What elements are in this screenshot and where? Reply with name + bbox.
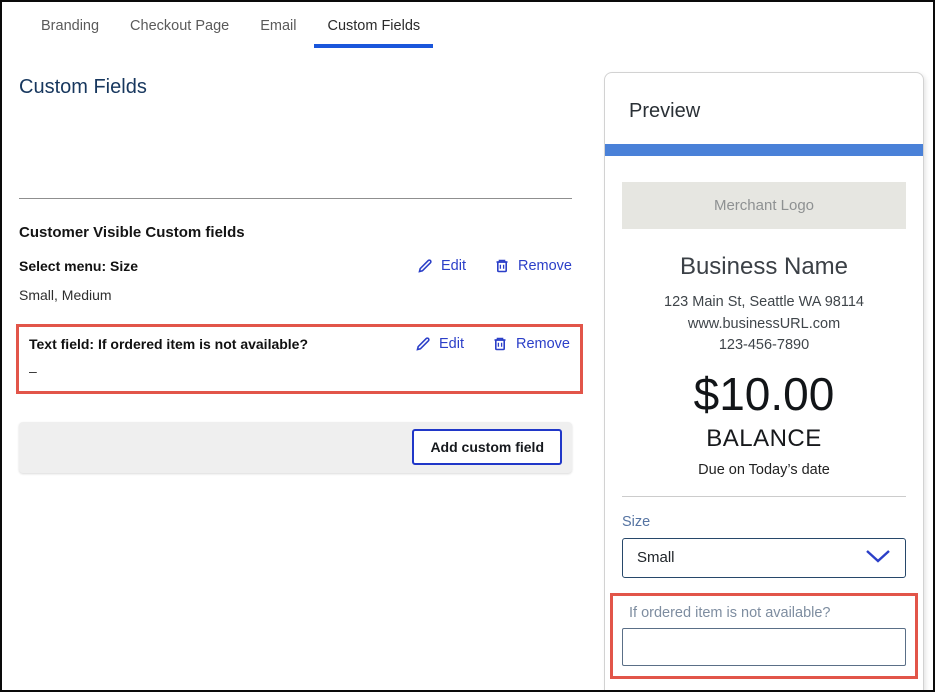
- business-name: Business Name: [622, 253, 906, 281]
- tab-branding[interactable]: Branding: [28, 12, 112, 48]
- add-custom-field-bar: Add custom field: [19, 422, 572, 473]
- business-phone: 123-456-7890: [622, 335, 906, 357]
- size-select[interactable]: Small: [622, 538, 906, 578]
- edit-button[interactable]: Edit: [417, 258, 466, 274]
- due-date-text: Due on Today’s date: [622, 462, 906, 478]
- remove-label: Remove: [518, 258, 572, 274]
- preview-divider: [622, 496, 906, 497]
- chevron-down-icon: [865, 549, 891, 567]
- edit-button[interactable]: Edit: [415, 336, 464, 352]
- page-title: Custom Fields: [19, 76, 147, 99]
- custom-field-row-select-menu: Select menu: Size Edit: [19, 258, 572, 303]
- settings-screen: Branding Checkout Page Email Custom Fiel…: [0, 0, 935, 692]
- custom-text-field-label: If ordered item is not available?: [629, 605, 906, 621]
- settings-tabs: Branding Checkout Page Email Custom Fiel…: [28, 12, 438, 48]
- trash-icon: [494, 258, 510, 274]
- balance-amount: $10.00: [622, 367, 906, 421]
- remove-label: Remove: [516, 336, 570, 352]
- business-address: 123 Main St, Seattle WA 98114: [622, 292, 906, 314]
- field-title: Select menu: Size: [19, 258, 138, 274]
- merchant-logo-placeholder: Merchant Logo: [622, 182, 906, 229]
- add-custom-field-button[interactable]: Add custom field: [412, 429, 562, 465]
- tab-custom-fields[interactable]: Custom Fields: [314, 12, 433, 48]
- preview-title: Preview: [605, 73, 923, 144]
- field-options: Small, Medium: [19, 287, 572, 303]
- remove-button[interactable]: Remove: [494, 258, 572, 274]
- custom-text-field-highlighted: If ordered item is not available?: [610, 593, 918, 679]
- pencil-icon: [417, 258, 433, 274]
- size-select-value: Small: [637, 549, 675, 566]
- custom-text-field-input[interactable]: [622, 628, 906, 666]
- balance-label: BALANCE: [622, 425, 906, 453]
- pencil-icon: [415, 336, 431, 352]
- preview-accent-bar: [605, 144, 923, 156]
- custom-field-row-text-field-highlighted: Text field: If ordered item is not avail…: [16, 324, 583, 394]
- edit-label: Edit: [439, 336, 464, 352]
- field-title: Text field: If ordered item is not avail…: [29, 336, 308, 352]
- tab-email[interactable]: Email: [247, 12, 309, 48]
- business-website: www.businessURL.com: [622, 314, 906, 336]
- trash-icon: [492, 336, 508, 352]
- preview-panel: Preview Merchant Logo Business Name 123 …: [604, 72, 924, 692]
- field-options: –: [29, 363, 570, 379]
- remove-button[interactable]: Remove: [492, 336, 570, 352]
- tab-checkout-page[interactable]: Checkout Page: [117, 12, 242, 48]
- edit-label: Edit: [441, 258, 466, 274]
- size-select-label: Size: [622, 514, 906, 530]
- preview-body: Merchant Logo Business Name 123 Main St,…: [605, 182, 923, 679]
- section-divider: [19, 198, 572, 199]
- custom-fields-heading: Customer Visible Custom fields: [19, 224, 245, 241]
